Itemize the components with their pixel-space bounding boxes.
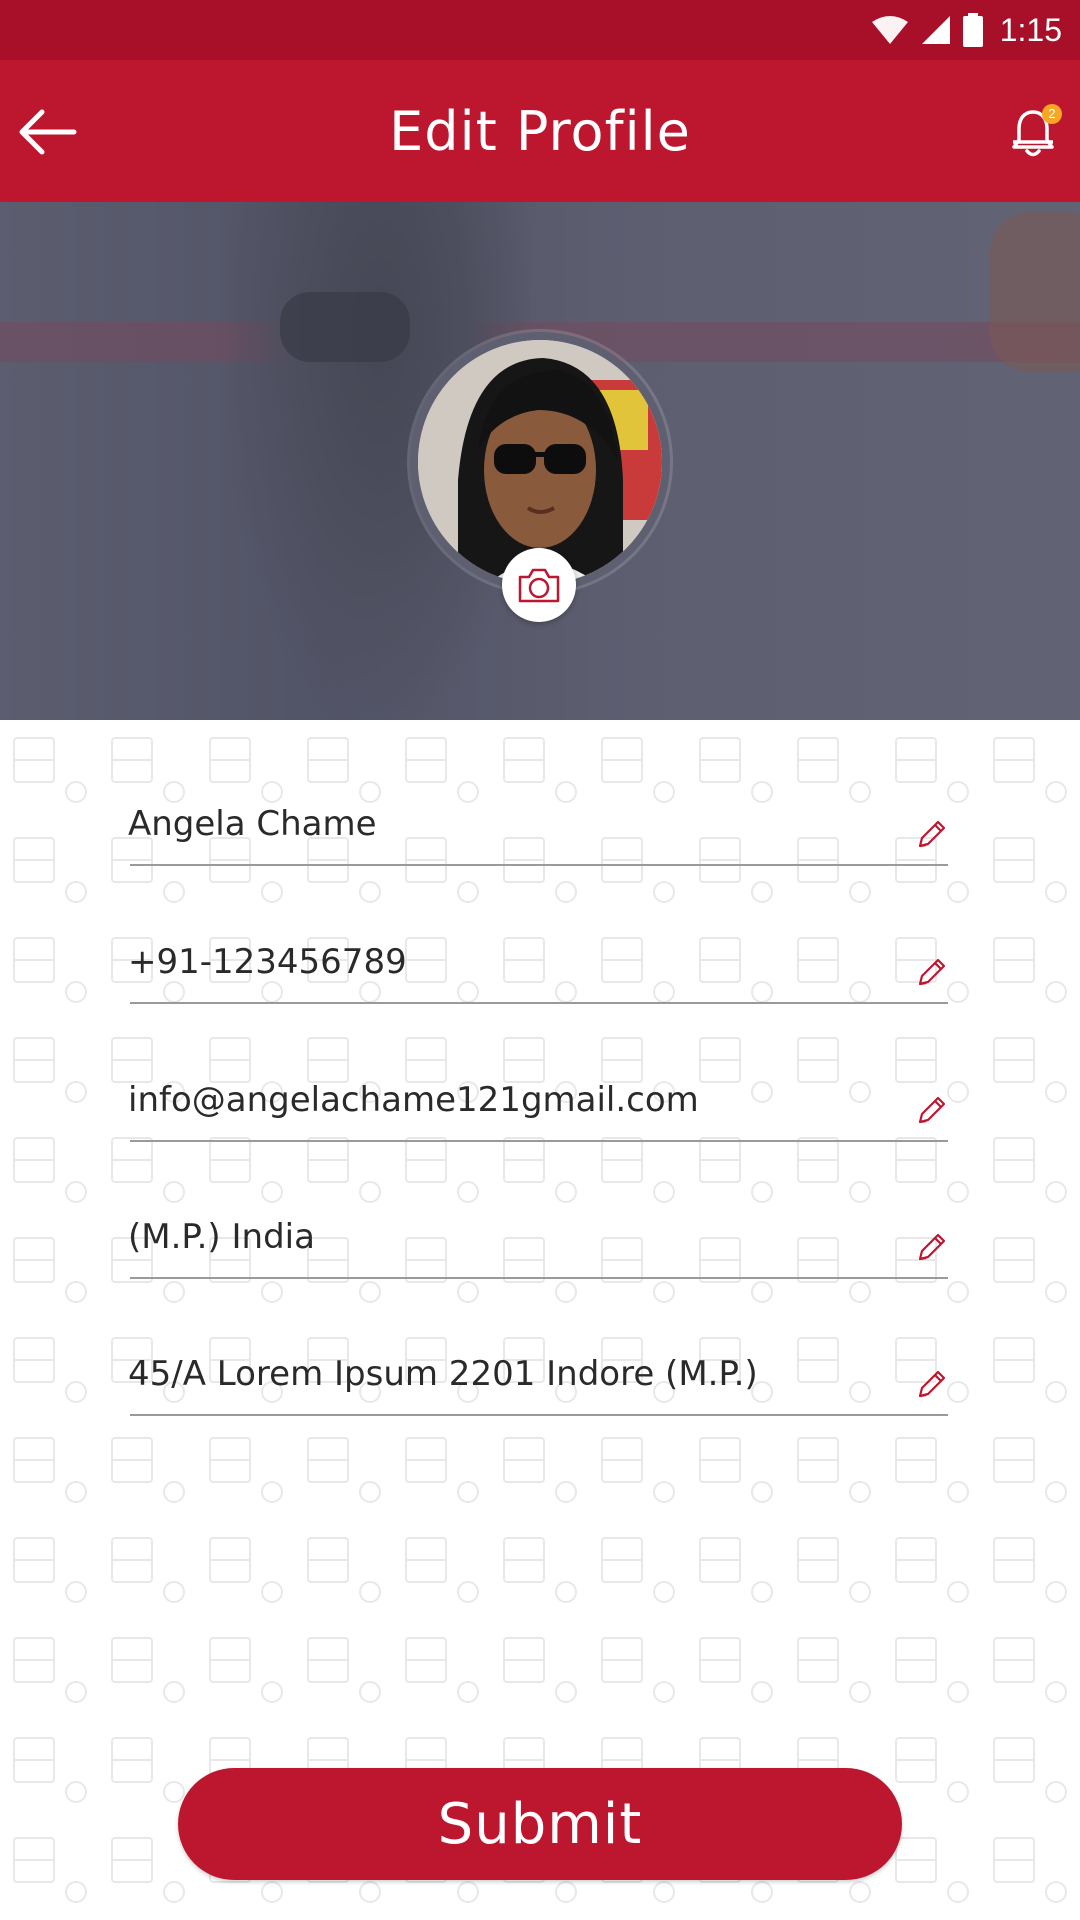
status-bar: 1:15	[0, 0, 1080, 60]
notification-button[interactable]: 2	[1004, 104, 1062, 162]
location-value[interactable]: (M.P.) India	[128, 1217, 315, 1257]
profile-form: Angela Chame +91-123456789 info@angelach…	[0, 720, 1080, 1920]
field-underline	[130, 864, 948, 866]
edit-pencil-icon[interactable]	[914, 1231, 948, 1265]
name-value[interactable]: Angela Chame	[128, 804, 377, 844]
profile-cover	[0, 202, 1080, 720]
signal-icon	[921, 16, 950, 44]
submit-button[interactable]: Submit	[178, 1768, 902, 1880]
wifi-icon	[871, 16, 908, 44]
phone-field[interactable]: +91-123456789	[128, 914, 948, 1004]
camera-icon	[518, 568, 560, 603]
status-icons: 1:15	[870, 12, 1062, 48]
furniture-pattern-background	[0, 720, 1080, 1920]
edit-pencil-icon[interactable]	[914, 818, 948, 852]
field-underline	[130, 1277, 948, 1279]
status-time: 1:15	[999, 11, 1062, 48]
app-bar: Edit Profile 2	[0, 60, 1080, 202]
notification-badge: 2	[1042, 104, 1062, 124]
battery-icon	[962, 13, 983, 47]
address-field[interactable]: 45/A Lorem Ipsum 2201 Indore (M.P.)	[128, 1326, 948, 1416]
email-field[interactable]: info@angelachame121gmail.com	[128, 1052, 948, 1142]
field-underline	[130, 1414, 948, 1416]
email-value[interactable]: info@angelachame121gmail.com	[128, 1080, 699, 1120]
edit-pencil-icon[interactable]	[914, 1368, 948, 1402]
name-field[interactable]: Angela Chame	[128, 776, 948, 866]
edit-pencil-icon[interactable]	[914, 956, 948, 990]
address-value[interactable]: 45/A Lorem Ipsum 2201 Indore (M.P.)	[128, 1354, 758, 1394]
field-underline	[130, 1140, 948, 1142]
change-photo-button[interactable]	[502, 548, 576, 622]
location-field[interactable]: (M.P.) India	[128, 1189, 948, 1279]
field-underline	[130, 1002, 948, 1004]
edit-pencil-icon[interactable]	[914, 1094, 948, 1128]
phone-value[interactable]: +91-123456789	[128, 942, 407, 982]
page-title: Edit Profile	[389, 100, 691, 163]
